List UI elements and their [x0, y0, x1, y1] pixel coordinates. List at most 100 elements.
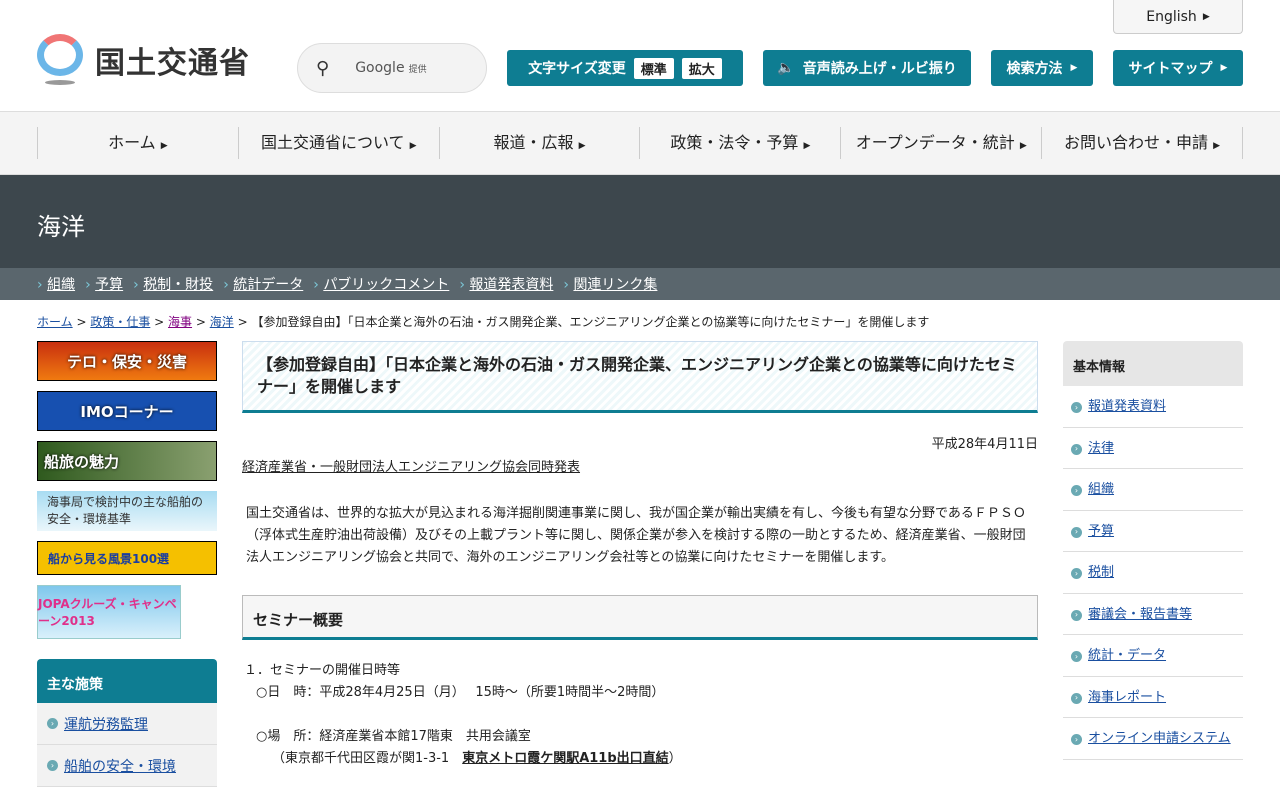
menu-item[interactable]: › 船舶の安全・環境 [37, 745, 217, 787]
breadcrumb: ホーム > 政策・仕事 > 海事 > 海洋 > 【参加登録自由】「日本企業と海外… [37, 315, 930, 329]
right-menu-link[interactable]: 税制 [1088, 564, 1114, 582]
right-menu-item[interactable]: › 税制 [1063, 552, 1243, 594]
menu-title: 主な施策 [37, 659, 217, 703]
chevron-right-icon: › [47, 718, 58, 729]
triangle-right-icon: ▶ [1202, 11, 1210, 22]
gnav-home[interactable]: ホーム ▶ [37, 127, 238, 159]
chevron-right-icon: › [1071, 402, 1082, 413]
search-method-button[interactable]: 検索方法 ▶ [991, 50, 1093, 86]
search-brand: Google [355, 60, 405, 76]
logo[interactable]: 国土交通省 [37, 34, 250, 86]
article-body: 国土交通省は、世界的な拡大が見込まれる海洋掘削関連事業に関し、我が国企業が輸出実… [246, 506, 1026, 565]
search-method-label: 検索方法 [1006, 61, 1063, 77]
chevron-right-icon: › [1071, 609, 1082, 621]
right-menu-item[interactable]: › 海事レポート [1063, 677, 1243, 718]
font-size-label: 文字サイズ変更 [528, 61, 626, 77]
right-menu-item[interactable]: › オンライン申請システム [1063, 718, 1243, 760]
item-heading: １．セミナーの開催日時等 [244, 663, 401, 678]
chevron-right-icon: › [1071, 734, 1082, 745]
search-provided: 提供 [408, 65, 427, 75]
subnav-link[interactable]: 関連リンク集 [573, 277, 657, 293]
sub-nav: › 組織 › 予算 › 税制・財投 › 統計データ › パブリックコメント › … [0, 268, 1280, 300]
right-menu-link[interactable]: 報道発表資料 [1088, 398, 1166, 416]
seminar-datetime: ○日 時：平成28年4月25日（月） 15時～（所要1時間半～2時間） [256, 685, 665, 700]
page-category-title: 海洋 [0, 175, 1280, 268]
right-menu-link[interactable]: オンライン申請システム [1088, 730, 1231, 748]
banner-scenery-100[interactable]: 船から見る風景100選 [37, 541, 217, 575]
subnav-link[interactable]: パブリックコメント [323, 277, 449, 293]
sitemap-button[interactable]: サイトマップ ▶ [1113, 50, 1243, 86]
font-large-button[interactable]: 拡大 [681, 57, 722, 79]
english-link[interactable]: English ▶ [1113, 0, 1243, 34]
chevron-right-icon: › [1071, 526, 1082, 538]
breadcrumb-link[interactable]: 政策・仕事 [90, 315, 150, 329]
font-size-control: 文字サイズ変更 標準 拡大 [507, 50, 743, 86]
left-sidebar: テロ・保安・災害 IMOコーナー 船旅の魅力 海事局で検討中の主な船舶の安全・環… [37, 341, 217, 787]
breadcrumb-link[interactable]: 海洋 [210, 315, 234, 329]
font-standard-button[interactable]: 標準 [633, 57, 674, 79]
right-menu-link[interactable]: 法律 [1088, 440, 1114, 458]
triangle-right-icon: ▶ [1220, 63, 1228, 73]
logo-text: 国土交通省 [95, 46, 250, 81]
chevron-right-icon: › [1071, 485, 1082, 496]
subnav-link[interactable]: 報道発表資料 [469, 277, 553, 293]
banner-safety-standards[interactable]: 海事局で検討中の主な船舶の安全・環境基準 [37, 491, 217, 531]
speech-label: 音声読み上げ・ルビ振り [802, 61, 957, 77]
chevron-right-icon: › [1071, 651, 1082, 662]
breadcrumb-link[interactable]: ホーム [37, 315, 73, 329]
publish-date: 平成28年4月11日 [931, 437, 1038, 452]
section-heading: セミナー概要 [242, 595, 1038, 640]
gnav-contact[interactable]: お問い合わせ・申請 ▶ [1041, 127, 1243, 159]
right-menu-item[interactable]: › 法律 [1063, 428, 1243, 469]
right-menu-link[interactable]: 審議会・報告書等 [1088, 606, 1192, 624]
subnav-link[interactable]: 税制・財投 [143, 277, 213, 293]
menu-link[interactable]: 船舶の安全・環境 [64, 756, 176, 776]
gnav-press[interactable]: 報道・広報 ▶ [438, 127, 640, 159]
chevron-right-icon: › [1071, 568, 1082, 579]
chevron-right-icon: › [47, 760, 58, 771]
right-menu-item[interactable]: › 統計・データ [1063, 635, 1243, 677]
right-menu-title: 基本情報 [1063, 341, 1243, 386]
right-menu-link[interactable]: 海事レポート [1088, 689, 1166, 707]
chevron-right-icon: › [1071, 443, 1082, 455]
banner-terror[interactable]: テロ・保安・災害 [37, 341, 217, 381]
breadcrumb-link[interactable]: 海事 [168, 315, 192, 329]
search-icon: ⚲ [316, 57, 330, 79]
main-content: 【参加登録自由】「日本企業と海外の石油・ガス開発企業、エンジニアリング企業との協… [242, 341, 1038, 770]
banner-ship-travel[interactable]: 船旅の魅力 [37, 441, 217, 481]
logo-mark-icon [37, 34, 85, 86]
joint-announcement: 経済産業省・一般財団法人エンジニアリング協会同時発表 [242, 460, 581, 475]
banner-imo[interactable]: IMOコーナー [37, 391, 217, 431]
speaker-icon: 🔈 [777, 60, 795, 76]
right-menu-link[interactable]: 予算 [1088, 523, 1114, 541]
right-menu-link[interactable]: 組織 [1088, 481, 1114, 499]
breadcrumb-current: 【参加登録自由】「日本企業と海外の石油・ガス開発企業、エンジニアリング企業との協… [251, 315, 930, 329]
speech-button[interactable]: 🔈 音声読み上げ・ルビ振り [763, 50, 971, 86]
menu-link[interactable]: 運航労務監理 [64, 714, 148, 734]
global-nav: ホーム ▶ 国土交通省について ▶ 報道・広報 ▶ 政策・法令・予算 ▶ オープ… [0, 111, 1280, 175]
seminar-place: ○場 所：経済産業省本館17階東 共用会議室 [256, 729, 531, 744]
right-menu-item[interactable]: › 組織 [1063, 469, 1243, 511]
right-menu-item[interactable]: › 予算 [1063, 511, 1243, 552]
right-menu-item[interactable]: › 報道発表資料 [1063, 386, 1243, 428]
menu-item[interactable]: › 運航労務監理 [37, 703, 217, 745]
gnav-policy[interactable]: 政策・法令・予算 ▶ [639, 127, 840, 159]
address-close: ） [668, 751, 682, 766]
right-menu-item[interactable]: › 審議会・報告書等 [1063, 594, 1243, 635]
subnav-link[interactable]: 予算 [95, 277, 123, 293]
subnav-link[interactable]: 組織 [47, 277, 75, 293]
seminar-address: （東京都千代田区霞が関1-3-1 [272, 751, 463, 766]
article-title: 【参加登録自由】「日本企業と海外の石油・ガス開発企業、エンジニアリング企業との協… [242, 341, 1038, 413]
gnav-about[interactable]: 国土交通省について ▶ [237, 127, 439, 159]
access-link[interactable]: 東京メトロ霞ケ関駅A11b出口直結 [462, 751, 668, 766]
gnav-opendata[interactable]: オープンデータ・統計 ▶ [840, 127, 1041, 159]
sitemap-label: サイトマップ [1128, 61, 1213, 77]
right-menu-link[interactable]: 統計・データ [1088, 647, 1166, 665]
banner-jopa-campaign[interactable]: JOPAクルーズ・キャンペーン2013 [37, 585, 181, 639]
english-label: English [1146, 8, 1197, 25]
triangle-right-icon: ▶ [1070, 63, 1078, 73]
right-sidebar: 基本情報 › 報道発表資料 › 法律 › 組織 › 予算 › 税制 › 審議会・報告書等 ›… [1063, 341, 1243, 760]
search-input[interactable]: ⚲ Google 提供 [297, 43, 487, 93]
chevron-right-icon: › [1071, 692, 1082, 704]
subnav-link[interactable]: 統計データ [233, 277, 303, 293]
